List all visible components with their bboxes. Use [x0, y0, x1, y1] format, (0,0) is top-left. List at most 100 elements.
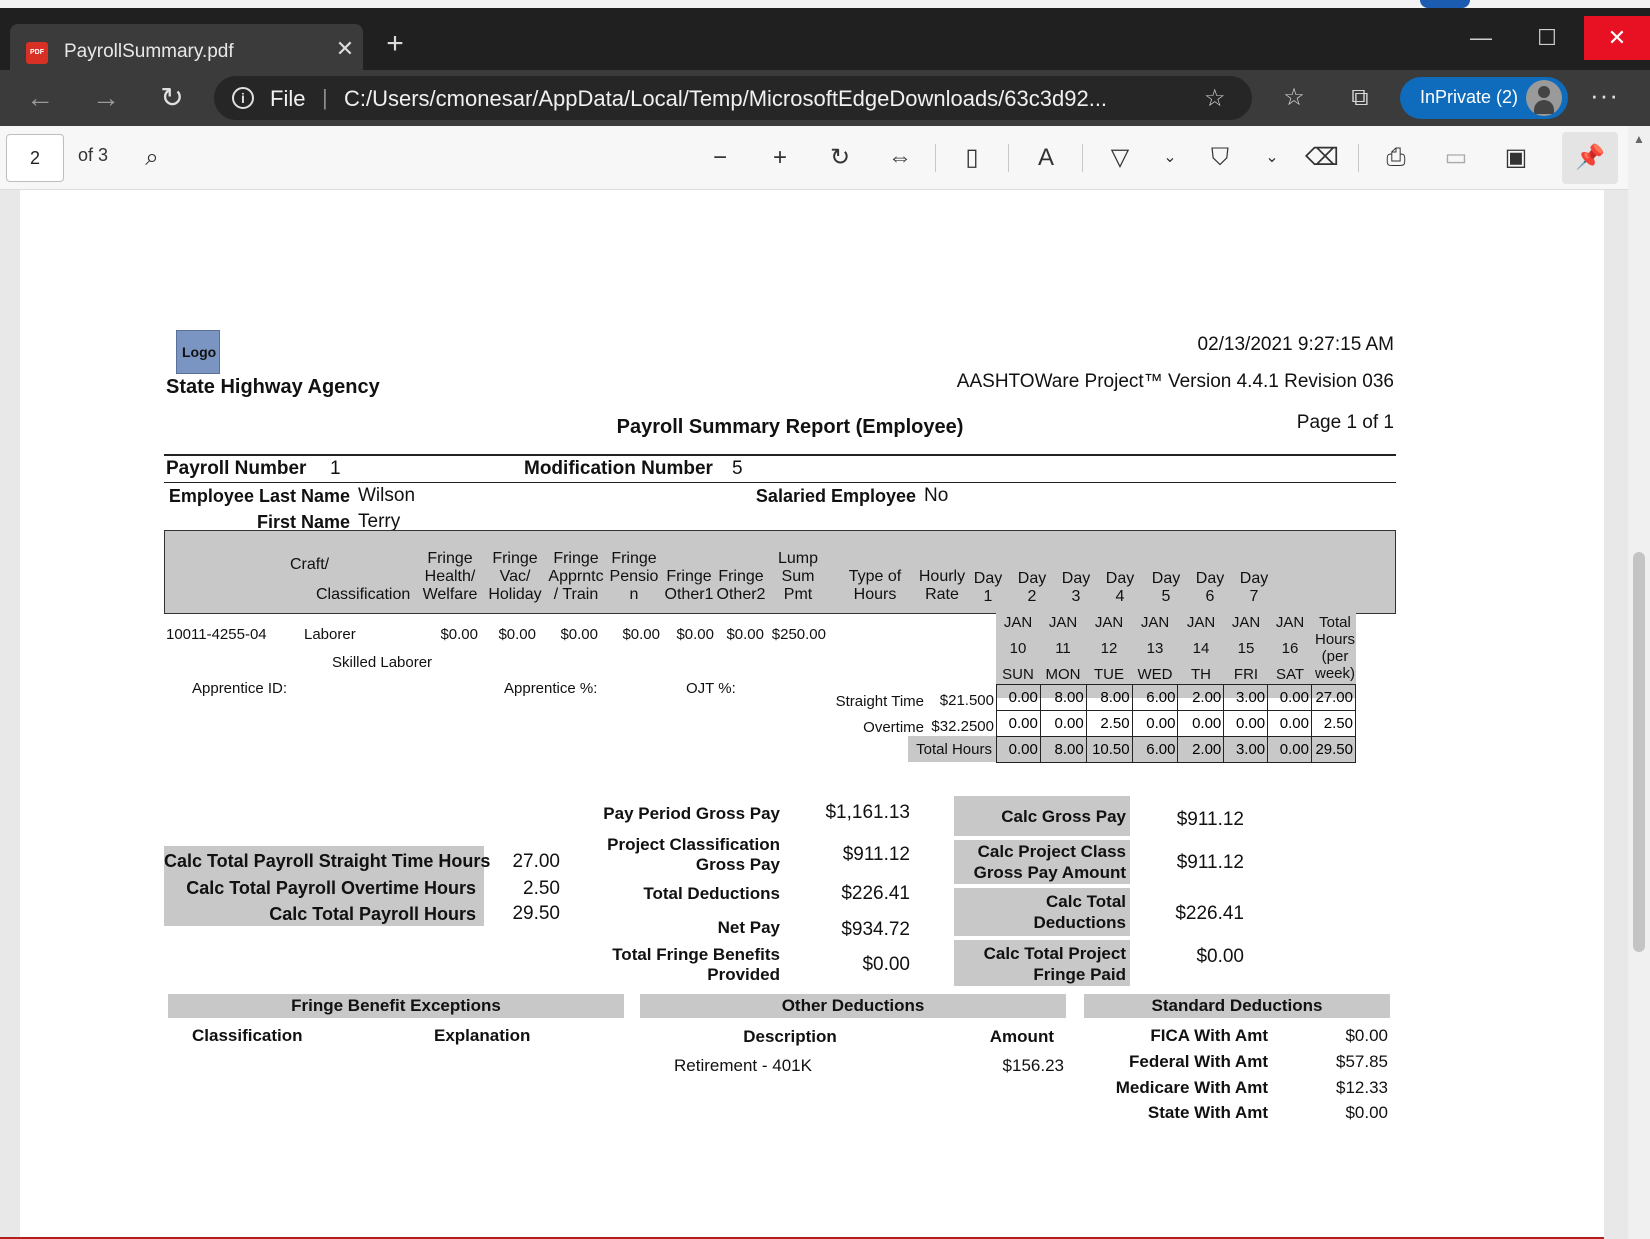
- avatar-head: [1538, 86, 1550, 98]
- maximize-icon[interactable]: ☐: [1514, 16, 1580, 60]
- pin-toolbar-button[interactable]: 📌: [1562, 132, 1618, 184]
- hours-row-total: 0.00 8.00 10.50 6.00 2.00 3.00 0.00 29.5…: [996, 736, 1356, 763]
- hours-cell: 8.00: [1039, 736, 1087, 763]
- fit-to-width-icon[interactable]: ⇔: [880, 138, 920, 178]
- logo: Logo: [176, 330, 220, 374]
- search-icon[interactable]: ⌕: [132, 138, 172, 178]
- row-fringe-vac: $0.00: [498, 626, 536, 643]
- page-view-icon[interactable]: ▯: [952, 138, 992, 178]
- print-icon[interactable]: ⎙: [1376, 138, 1416, 178]
- window-close-icon[interactable]: ✕: [1584, 16, 1650, 60]
- hours-cell: 3.00: [1223, 684, 1269, 711]
- row-classification: Skilled Laborer: [332, 654, 433, 671]
- ojt-pct-label: OJT %:: [686, 680, 736, 697]
- apprentice-pct-label: Apprentice %:: [504, 680, 598, 697]
- header-fringe-health-2: Health/: [424, 568, 476, 585]
- header-lump-1: Lump: [777, 550, 819, 567]
- back-arrow-icon[interactable]: ←: [20, 80, 60, 116]
- header-fringe-pension-1: Fringe: [611, 550, 657, 567]
- header-day3-1: Day: [1061, 570, 1091, 587]
- std-deduction-value: $57.85: [1336, 1052, 1388, 1071]
- read-aloud-icon[interactable]: A: [1026, 138, 1066, 178]
- hours-cell: 0.00: [1177, 710, 1225, 737]
- rotate-icon[interactable]: ↻: [820, 138, 860, 178]
- erase-icon[interactable]: ⌫: [1302, 138, 1342, 178]
- highlight-icon[interactable]: ⛉: [1200, 138, 1240, 178]
- minimize-icon[interactable]: —: [1448, 16, 1514, 60]
- header-fringe-health-1: Fringe: [427, 550, 473, 567]
- day-weekday: TH: [1191, 666, 1211, 683]
- url-text[interactable]: C:/Users/cmonesar/AppData/Local/Temp/Mic…: [344, 86, 1107, 112]
- new-tab-icon[interactable]: +: [380, 29, 410, 60]
- avatar: [1526, 80, 1562, 116]
- fringe-provided-label-2: Provided: [707, 965, 780, 984]
- standard-deductions-title: Standard Deductions: [1084, 994, 1390, 1018]
- row-lump-sum: $250.00: [771, 626, 826, 643]
- hours-type-overtime: Overtime: [863, 719, 924, 736]
- header-classification: Classification: [316, 586, 411, 603]
- toolbar-divider: [935, 144, 936, 172]
- zoom-out-icon[interactable]: −: [700, 138, 740, 178]
- header-fringe-vac-1: Fringe: [492, 550, 538, 567]
- total-deductions: $226.41: [841, 883, 910, 904]
- address-field[interactable]: i File | C:/Users/cmonesar/AppData/Local…: [214, 76, 1252, 120]
- other-deduction-amount: $156.23: [1002, 1056, 1064, 1075]
- tab-title: PayrollSummary.pdf: [64, 41, 234, 62]
- day-weekday: FRI: [1233, 666, 1259, 683]
- chevron-down-icon[interactable]: ⌄: [1252, 138, 1292, 178]
- save-icon[interactable]: ▭: [1436, 138, 1476, 178]
- header-day4-1: Day: [1105, 570, 1135, 587]
- scroll-up-icon[interactable]: ▲: [1628, 132, 1650, 148]
- net-pay: $934.72: [841, 919, 910, 940]
- day-weekday: SUN: [1002, 666, 1034, 683]
- window-top-strip: [0, 0, 1650, 8]
- hours-cell: 8.00: [1085, 684, 1133, 711]
- day-month: JAN: [1275, 614, 1305, 631]
- report-title: Payroll Summary Report (Employee): [616, 416, 964, 438]
- gross-pay-label: Pay Period Gross Pay: [603, 804, 780, 823]
- page-indicator: Page 1 of 1: [1296, 412, 1394, 433]
- pdf-viewer: Logo State Highway Agency 02/13/2021 9:2…: [0, 190, 1650, 1239]
- header-fringe-vac-2: Vac/: [499, 568, 531, 585]
- page-number-input[interactable]: 2: [6, 134, 64, 182]
- day-month: JAN: [1094, 614, 1124, 631]
- save-as-icon[interactable]: ▣: [1496, 138, 1536, 178]
- total-hours-header-3: (per: [1321, 648, 1349, 665]
- header-day7-1: Day: [1239, 570, 1269, 587]
- header-lump-3: Pmt: [783, 586, 813, 603]
- more-options-icon[interactable]: ···: [1590, 80, 1619, 111]
- fringe-provided-label-1: Total Fringe Benefits: [612, 945, 780, 964]
- hours-cell: 2.00: [1177, 684, 1225, 711]
- last-name: Wilson: [358, 485, 416, 506]
- chevron-down-icon[interactable]: ⌄: [1150, 138, 1190, 178]
- hours-row-straight: 0.00 8.00 8.00 6.00 2.00 3.00 0.00 27.00: [996, 684, 1356, 711]
- draw-icon[interactable]: ▽: [1100, 138, 1140, 178]
- reload-icon[interactable]: ↻: [152, 80, 192, 116]
- fringe-provided: $0.00: [862, 954, 910, 975]
- header-fringe-other2-1: Fringe: [718, 568, 764, 585]
- tab-close-icon[interactable]: ✕: [332, 36, 358, 62]
- hours-table: 0.00 8.00 8.00 6.00 2.00 3.00 0.00 27.00…: [996, 684, 1356, 763]
- pc-gross-pay: $911.12: [842, 844, 910, 865]
- gross-pay: $1,161.13: [825, 802, 910, 823]
- header-day5-1: Day: [1151, 570, 1181, 587]
- forward-arrow-icon[interactable]: →: [86, 80, 126, 116]
- modification-number: 5: [732, 458, 743, 479]
- pdf-file-icon: PDF: [26, 42, 48, 64]
- info-icon[interactable]: i: [232, 87, 254, 109]
- favorites-icon[interactable]: ☆: [1276, 82, 1312, 114]
- payroll-number-label: Payroll Number: [166, 458, 307, 479]
- zoom-in-icon[interactable]: +: [760, 138, 800, 178]
- row-fringe-other2: $0.00: [726, 626, 764, 643]
- header-day3-2: 3: [1071, 588, 1081, 605]
- pdf-toolbar: 2 of 3 ⌕ − + ↻ ⇔ ▯ A ▽ ⌄ ⛉ ⌄ ⌫ ⎙ ▭ ▣ 📌: [0, 126, 1650, 190]
- add-favorite-icon[interactable]: ☆: [1204, 84, 1226, 113]
- collections-icon[interactable]: ⧉: [1342, 82, 1378, 114]
- inprivate-button[interactable]: InPrivate (2): [1400, 77, 1568, 119]
- calc-pc-label-2: Gross Pay Amount: [973, 863, 1126, 882]
- calc-deductions: $226.41: [1175, 903, 1244, 924]
- header-type-2: Hours: [853, 586, 897, 603]
- calc-fringe-label-2: Fringe Paid: [1033, 965, 1126, 984]
- agency-name: State Highway Agency: [166, 376, 380, 398]
- scrollbar-thumb[interactable]: [1633, 552, 1645, 952]
